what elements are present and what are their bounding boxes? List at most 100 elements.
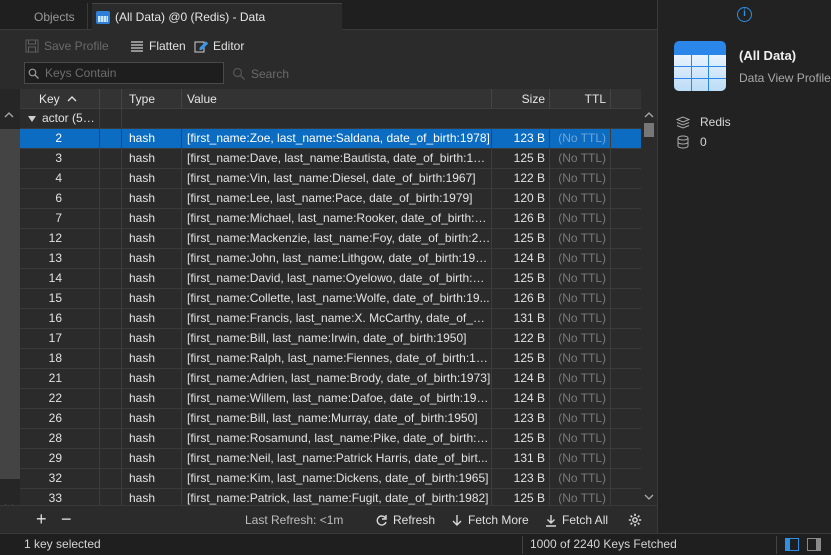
group-row-actor[interactable]: actor (573) [20, 109, 641, 129]
add-key-button[interactable]: + [36, 509, 47, 530]
value-cell[interactable]: [first_name:Lee, last_name:Pace, date_of… [182, 189, 492, 209]
size-cell[interactable]: 124 B [492, 249, 550, 269]
value-cell[interactable]: [first_name:Bill, last_name:Irwin, date_… [182, 329, 492, 349]
type-cell[interactable]: hash [122, 429, 182, 449]
key-cell[interactable]: 28 [20, 429, 100, 449]
ttl-cell[interactable]: (No TTL) [550, 169, 611, 189]
key-cell[interactable]: 14 [20, 269, 100, 289]
ttl-cell[interactable]: (No TTL) [550, 129, 611, 149]
value-cell[interactable]: [first_name:Zoe, last_name:Saldana, date… [182, 129, 492, 149]
value-cell[interactable]: [first_name:Mackenzie, last_name:Foy, da… [182, 229, 492, 249]
fetch-all-button[interactable]: Fetch All [545, 513, 608, 527]
type-cell[interactable]: hash [122, 369, 182, 389]
key-cell[interactable]: 2 [20, 129, 100, 149]
size-cell[interactable]: 122 B [492, 169, 550, 189]
ttl-cell[interactable]: (No TTL) [550, 349, 611, 369]
type-cell[interactable]: hash [122, 329, 182, 349]
ttl-cell[interactable]: (No TTL) [550, 149, 611, 169]
value-cell[interactable]: [first_name:Bill, last_name:Murray, date… [182, 409, 492, 429]
size-cell[interactable]: 123 B [492, 409, 550, 429]
value-cell[interactable]: [first_name:Kim, last_name:Dickens, date… [182, 469, 492, 489]
table-row[interactable]: 17 hash [first_name:Bill, last_name:Irwin,… [20, 329, 641, 349]
column-size[interactable]: Size [492, 89, 550, 109]
column-ttl[interactable]: TTL [550, 89, 611, 109]
settings-button[interactable] [628, 513, 642, 527]
type-cell[interactable]: hash [122, 309, 182, 329]
key-cell[interactable]: 17 [20, 329, 100, 349]
keys-filter-input[interactable] [24, 62, 224, 84]
key-cell[interactable]: 18 [20, 349, 100, 369]
type-cell[interactable]: hash [122, 489, 182, 505]
value-cell[interactable]: [first_name:John, last_name:Lithgow, dat… [182, 249, 492, 269]
type-cell[interactable]: hash [122, 289, 182, 309]
ttl-cell[interactable]: (No TTL) [550, 189, 611, 209]
type-cell[interactable]: hash [122, 169, 182, 189]
key-cell[interactable]: 21 [20, 369, 100, 389]
type-cell[interactable]: hash [122, 209, 182, 229]
scroll-up-icon[interactable] [644, 111, 654, 119]
ttl-cell[interactable]: (No TTL) [550, 429, 611, 449]
table-row[interactable]: 12 hash [first_name:Mackenzie, last_name:F… [20, 229, 641, 249]
value-cell[interactable]: [first_name:David, last_name:Oyelowo, da… [182, 269, 492, 289]
size-cell[interactable]: 125 B [492, 489, 550, 505]
key-cell[interactable]: 15 [20, 289, 100, 309]
scrollbar-thumb[interactable] [644, 123, 654, 137]
table-row[interactable]: 33 hash [first_name:Patrick, last_name:Fug… [20, 489, 641, 505]
ttl-cell[interactable]: (No TTL) [550, 309, 611, 329]
size-cell[interactable]: 123 B [492, 129, 550, 149]
size-cell[interactable]: 124 B [492, 369, 550, 389]
type-cell[interactable]: hash [122, 269, 182, 289]
vertical-scrollbar[interactable] [641, 109, 657, 505]
type-cell[interactable]: hash [122, 389, 182, 409]
type-cell[interactable]: hash [122, 469, 182, 489]
table-row[interactable]: 32 hash [first_name:Kim, last_name:Dickens… [20, 469, 641, 489]
table-row[interactable]: 29 hash [first_name:Neil, last_name:Patric… [20, 449, 641, 469]
size-cell[interactable]: 131 B [492, 449, 550, 469]
table-row[interactable]: 4 hash [first_name:Vin, last_name:Diesel, … [20, 169, 641, 189]
key-cell[interactable]: 6 [20, 189, 100, 209]
table-row[interactable]: 26 hash [first_name:Bill, last_name:Murray… [20, 409, 641, 429]
ttl-cell[interactable]: (No TTL) [550, 209, 611, 229]
size-cell[interactable]: 125 B [492, 429, 550, 449]
tab-data[interactable]: (All Data) @0 (Redis) - Data [92, 3, 342, 30]
value-cell[interactable]: [first_name:Ralph, last_name:Fiennes, da… [182, 349, 492, 369]
value-cell[interactable]: [first_name:Michael, last_name:Rooker, d… [182, 209, 492, 229]
table-row[interactable]: 13 hash [first_name:John, last_name:Lithgo… [20, 249, 641, 269]
table-row[interactable]: 16 hash [first_name:Francis, last_name:X. … [20, 309, 641, 329]
ttl-cell[interactable]: (No TTL) [550, 249, 611, 269]
key-cell[interactable]: 3 [20, 149, 100, 169]
size-cell[interactable]: 125 B [492, 349, 550, 369]
key-cell[interactable]: 16 [20, 309, 100, 329]
size-cell[interactable]: 122 B [492, 329, 550, 349]
refresh-button[interactable]: Refresh [375, 513, 435, 527]
ttl-cell[interactable]: (No TTL) [550, 269, 611, 289]
ttl-cell[interactable]: (No TTL) [550, 289, 611, 309]
flatten-button[interactable]: Flatten [130, 37, 186, 55]
size-cell[interactable]: 125 B [492, 149, 550, 169]
type-cell[interactable]: hash [122, 249, 182, 269]
editor-button[interactable]: Editor [194, 37, 244, 55]
table-row[interactable]: 3 hash [first_name:Dave, last_name:Bautist… [20, 149, 641, 169]
scroll-down-icon[interactable] [644, 493, 654, 501]
key-cell[interactable]: 29 [20, 449, 100, 469]
column-value[interactable]: Value [182, 89, 492, 109]
type-cell[interactable]: hash [122, 449, 182, 469]
size-cell[interactable]: 125 B [492, 269, 550, 289]
table-row[interactable]: 28 hash [first_name:Rosamund, last_name:Pi… [20, 429, 641, 449]
table-row[interactable]: 14 hash [first_name:David, last_name:Oyelo… [20, 269, 641, 289]
key-cell[interactable]: 26 [20, 409, 100, 429]
save-profile-button[interactable]: Save Profile [25, 37, 109, 55]
layout-toggle-right[interactable] [807, 538, 821, 551]
table-row[interactable]: 22 hash [first_name:Willem, last_name:Dafo… [20, 389, 641, 409]
table-row[interactable]: 6 hash [first_name:Lee, last_name:Pace, da… [20, 189, 641, 209]
key-cell[interactable]: 4 [20, 169, 100, 189]
value-cell[interactable]: [first_name:Willem, last_name:Dafoe, dat… [182, 389, 492, 409]
key-cell[interactable]: 13 [20, 249, 100, 269]
ttl-cell[interactable]: (No TTL) [550, 369, 611, 389]
table-row[interactable]: 21 hash [first_name:Adrien, last_name:Brod… [20, 369, 641, 389]
ttl-cell[interactable]: (No TTL) [550, 409, 611, 429]
ttl-cell[interactable]: (No TTL) [550, 329, 611, 349]
key-cell[interactable]: 22 [20, 389, 100, 409]
value-cell[interactable]: [first_name:Dave, last_name:Bautista, da… [182, 149, 492, 169]
value-cell[interactable]: [first_name:Collette, last_name:Wolfe, d… [182, 289, 492, 309]
